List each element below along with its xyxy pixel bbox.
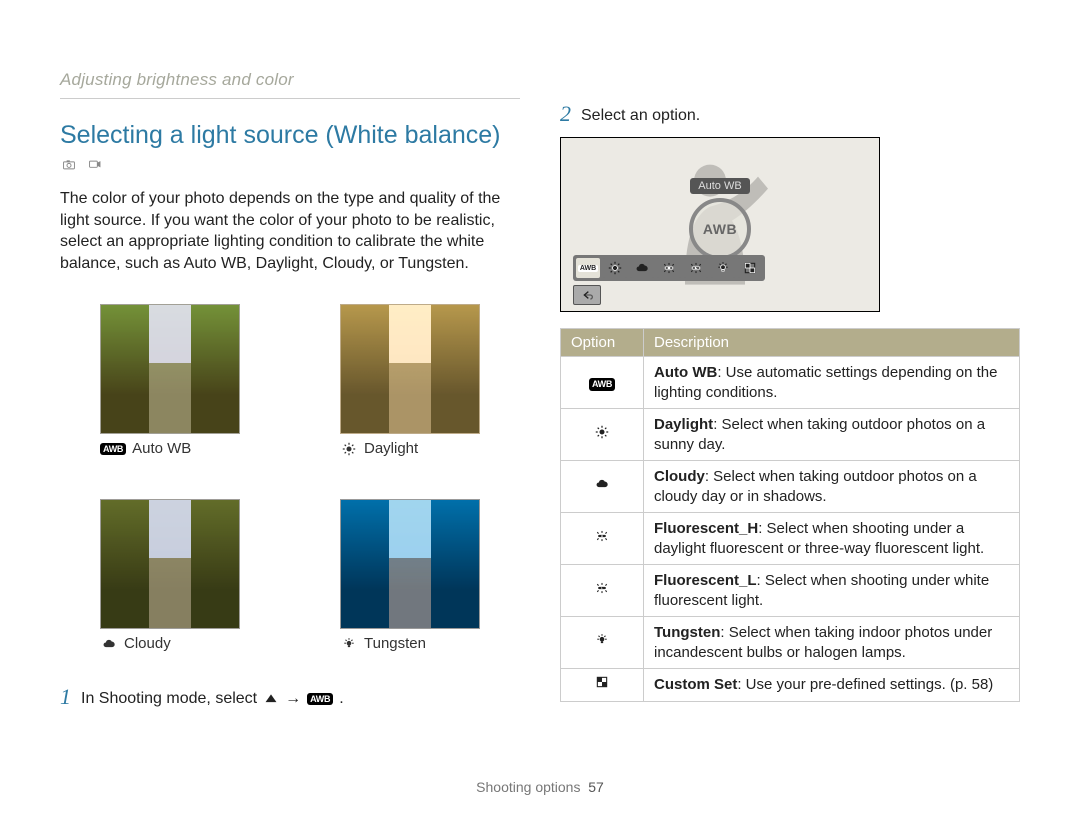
sample-image [340, 499, 480, 629]
sample-label: Daylight [364, 440, 418, 457]
step-text: In Shooting mode, select [81, 690, 257, 708]
table-row: Custom Set: Use your pre-defined setting… [561, 669, 1020, 702]
option-icon-cell [561, 409, 644, 461]
wb-option-row[interactable]: AWB [573, 255, 765, 281]
bulb-icon [340, 637, 358, 651]
awb-icon: AWB [589, 378, 615, 392]
option-icon-cell [561, 461, 644, 513]
table-row: Fluorescent_H: Select when shooting unde… [561, 513, 1020, 565]
awb-icon: AWB [100, 443, 126, 455]
divider [60, 98, 520, 99]
option-desc-cell: Custom Set: Use your pre-defined setting… [644, 669, 1020, 702]
page-footer: Shooting options 57 [0, 779, 1080, 795]
option-desc-cell: Cloudy: Select when taking outdoor photo… [644, 461, 1020, 513]
step-2: 2 Select an option. [560, 103, 1020, 125]
sample-grid: AWB Auto WB Daylight Cloudy [60, 288, 520, 668]
wb-option-custom[interactable] [738, 258, 762, 278]
table-row: Cloudy: Select when taking outdoor photo… [561, 461, 1020, 513]
step-number: 2 [560, 103, 571, 125]
awb-icon: AWB [307, 693, 333, 705]
wb-option-cloudy[interactable] [630, 258, 654, 278]
fluorescent-h-icon [593, 529, 611, 543]
sample-label: Auto WB [132, 440, 191, 457]
fluorescent-l-icon [593, 581, 611, 595]
option-desc-cell: Fluorescent_L: Select when shooting unde… [644, 565, 1020, 617]
step-number: 1 [60, 686, 71, 708]
th-description: Description [644, 329, 1020, 357]
sample-image [100, 499, 240, 629]
options-table: Option Description AWB Auto WB: Use autom… [560, 328, 1020, 702]
option-icon-cell: AWB [561, 357, 644, 409]
camera-icon [60, 158, 78, 172]
option-icon-cell [561, 617, 644, 669]
sample-auto-wb: AWB Auto WB [100, 304, 240, 457]
sun-icon [593, 425, 611, 439]
wb-option-fluor-h[interactable] [657, 258, 681, 278]
wb-ring: AWB [689, 198, 751, 260]
period: . [339, 690, 343, 708]
sample-tungsten: Tungsten [340, 499, 480, 652]
up-triangle-icon [263, 692, 279, 706]
sample-cloudy: Cloudy [100, 499, 240, 652]
option-desc-cell: Fluorescent_H: Select when shooting unde… [644, 513, 1020, 565]
option-desc-cell: Auto WB: Use automatic settings dependin… [644, 357, 1020, 409]
table-row: Daylight: Select when taking outdoor pho… [561, 409, 1020, 461]
mode-icons [60, 158, 520, 172]
sample-label: Cloudy [124, 635, 171, 652]
table-row: Fluorescent_L: Select when shooting unde… [561, 565, 1020, 617]
page-title: Selecting a light source (White balance) [60, 121, 520, 150]
cloud-icon [593, 477, 611, 491]
option-icon-cell [561, 669, 644, 702]
wb-label: Auto WB [690, 178, 749, 194]
option-desc-cell: Daylight: Select when taking outdoor pho… [644, 409, 1020, 461]
wb-option-awb[interactable]: AWB [576, 258, 600, 278]
cloud-icon [100, 637, 118, 651]
table-row: AWB Auto WB: Use automatic settings depen… [561, 357, 1020, 409]
movie-icon [86, 158, 104, 172]
wb-option-daylight[interactable] [603, 258, 627, 278]
step-text: Select an option. [581, 107, 700, 125]
preview-screen: Auto WB AWB AWB [560, 137, 880, 312]
back-button[interactable] [573, 285, 601, 305]
sample-image [340, 304, 480, 434]
sample-label: Tungsten [364, 635, 426, 652]
sun-icon [340, 442, 358, 456]
sample-image [100, 304, 240, 434]
sample-daylight: Daylight [340, 304, 480, 457]
option-icon-cell [561, 565, 644, 617]
breadcrumb: Adjusting brightness and color [60, 70, 520, 90]
option-desc-cell: Tungsten: Select when taking indoor phot… [644, 617, 1020, 669]
table-row: Tungsten: Select when taking indoor phot… [561, 617, 1020, 669]
arrow-text: → [285, 690, 301, 708]
wb-ring-text: AWB [703, 221, 737, 237]
custom-set-icon [593, 675, 611, 689]
wb-option-fluor-l[interactable] [684, 258, 708, 278]
footer-section: Shooting options [476, 779, 580, 795]
step-1: 1 In Shooting mode, select → AWB . [60, 686, 520, 708]
intro-text: The color of your photo depends on the t… [60, 188, 520, 274]
bulb-icon [593, 633, 611, 647]
th-option: Option [561, 329, 644, 357]
option-icon-cell [561, 513, 644, 565]
footer-page: 57 [588, 779, 604, 795]
wb-option-tungsten[interactable] [711, 258, 735, 278]
